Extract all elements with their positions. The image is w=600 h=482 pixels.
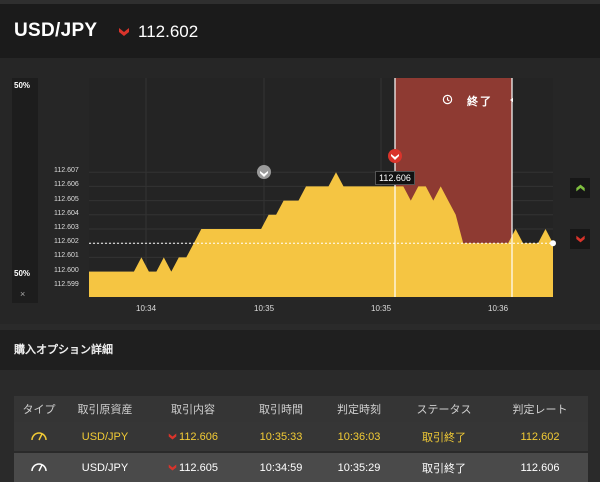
section-title: 購入オプション詳細 [0,330,600,370]
down-arrow-icon [575,235,585,243]
time-cell: 10:34:59 [259,461,303,474]
asset-cell: USD/JPY [81,461,129,474]
judge-time-cell: 10:36:03 [337,430,381,443]
options-table: タイプ 取引原資産 取引内容 取引時間 判定時刻 ステータス 判定レート USD… [14,396,588,482]
table-row[interactable]: USD/JPY 112.605 10:34:59 10:35:29 取引終了 1… [14,453,588,482]
header-asset: 取引原資産 [77,404,133,416]
price-tag: 112.606 [375,171,415,185]
x-tick-label: 10:35 [371,304,392,313]
type-cell [14,429,64,444]
pair-title: USD/JPY [14,20,98,41]
asset-cell: USD/JPY [81,430,129,443]
x-tick-label: 10:35 [254,304,275,313]
header-rate: 判定レート [512,404,568,416]
header: USD/JPY 112.602 [0,0,600,58]
judge-time-cell: 10:35:29 [337,461,381,474]
header-type: タイプ [22,404,56,416]
gauge-icon [31,432,47,441]
content-value: 112.605 [179,461,218,474]
price-chart[interactable] [0,58,600,324]
down-arrow-icon [168,433,177,440]
sentiment-down-percent: 50% [14,269,31,278]
content-value: 112.606 [179,430,218,443]
current-price-dot [550,240,556,247]
up-arrow-icon [575,184,585,192]
sentiment-close-button[interactable]: × [20,289,25,299]
header-judge-time: 判定時刻 [337,404,381,416]
clock-icon [442,94,453,105]
header-content: 取引内容 [171,404,215,416]
content-cell: 112.605 [146,462,240,474]
expiry-label: 終了 [467,96,493,108]
low-button[interactable] [570,229,590,249]
y-tick-label: 112.606 [54,181,79,189]
down-arrow-icon [119,28,129,36]
type-cell [14,460,64,475]
table-header: タイプ 取引原資産 取引内容 取引時間 判定時刻 ステータス 判定レート [14,396,588,422]
y-tick-label: 112.600 [54,266,79,274]
rate-cell: 112.606 [520,461,560,474]
table-row[interactable]: USD/JPY 112.606 10:35:33 10:36:03 取引終了 1… [14,422,588,451]
high-button[interactable] [570,178,590,198]
content-cell: 112.606 [146,431,240,443]
gauge-icon [31,463,47,472]
y-tick-label: 112.605 [54,195,79,203]
x-tick-label: 10:36 [488,304,509,313]
chart-area: 50% 50% × 112.607 112.606 112.605 112.604 11… [0,58,600,324]
y-tick-label: 112.603 [54,224,79,231]
x-tick-label: 10:34 [136,304,157,313]
current-price: 112.602 [138,22,199,41]
status-cell: 取引終了 [422,431,466,444]
y-tick-label: 112.601 [54,252,79,260]
rate-cell: 112.602 [520,430,560,443]
status-cell: 取引終了 [422,462,466,475]
y-tick-label: 112.602 [54,238,79,246]
time-cell: 10:35:33 [259,430,303,443]
sentiment-up-percent: 50% [14,81,31,90]
trade-marker-current [388,149,402,163]
down-arrow-icon [168,464,177,471]
y-tick-label: 112.604 [54,209,79,217]
y-tick-label: 112.607 [54,167,79,175]
header-status: ステータス [416,404,472,416]
y-tick-label: 112.599 [54,280,79,288]
header-time: 取引時間 [259,404,303,416]
